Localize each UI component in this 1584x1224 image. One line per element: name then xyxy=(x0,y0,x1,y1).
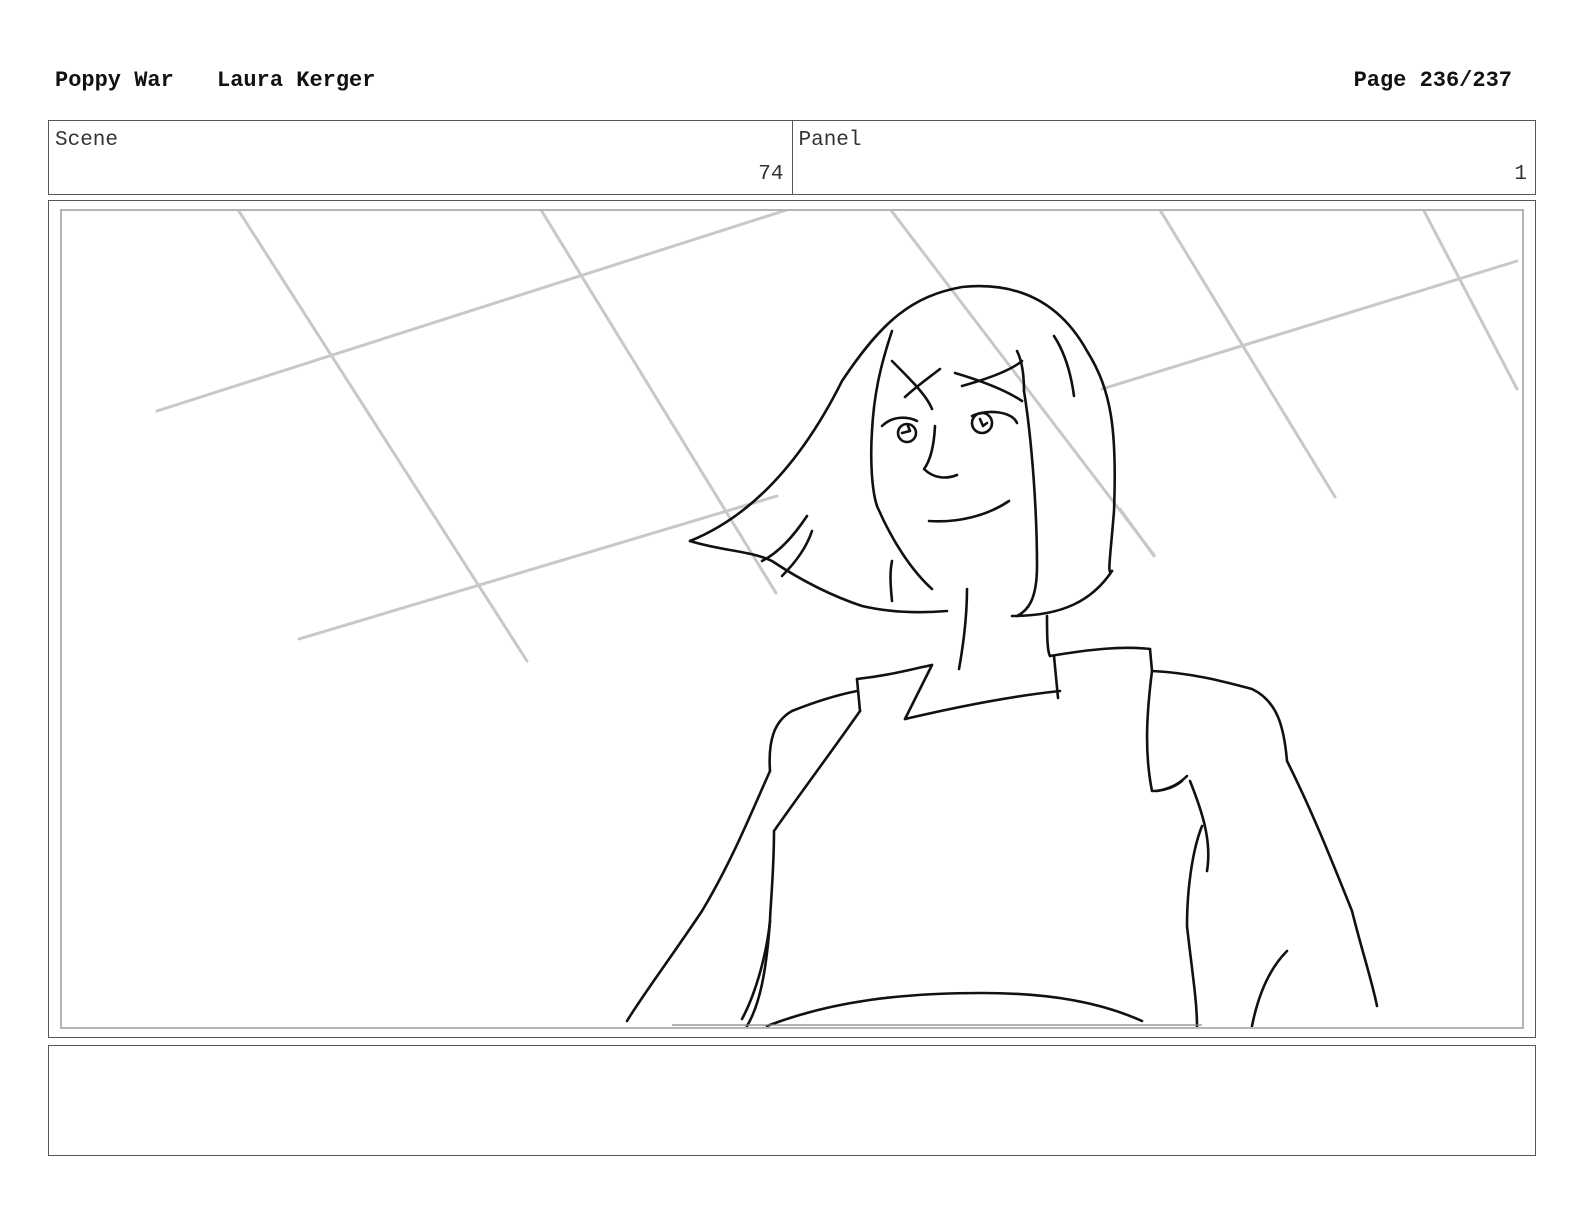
panel-drawing-area xyxy=(60,209,1524,1029)
scene-label: Scene xyxy=(55,129,119,152)
header-left: Poppy War Laura Kerger xyxy=(55,68,375,93)
scene-cell: Scene 74 xyxy=(49,121,792,194)
project-title: Poppy War xyxy=(55,67,174,93)
panel-number: 1 xyxy=(1514,163,1527,186)
panel-cell: Panel 1 xyxy=(791,121,1536,194)
author-name: Laura Kerger xyxy=(217,67,376,93)
storyboard-panel xyxy=(48,200,1536,1038)
scene-number: 74 xyxy=(758,163,784,186)
page-header: Poppy War Laura Kerger Page 236/237 xyxy=(55,64,1512,96)
scene-panel-info: Scene 74 Panel 1 xyxy=(48,120,1536,195)
character-sketch xyxy=(625,284,1379,1027)
sketch-drawing xyxy=(155,211,1519,1027)
panel-label: Panel xyxy=(798,129,862,152)
page-number: Page 236/237 xyxy=(1353,67,1512,93)
background-grid xyxy=(155,211,1519,663)
panel-notes-box[interactable] xyxy=(48,1045,1536,1156)
